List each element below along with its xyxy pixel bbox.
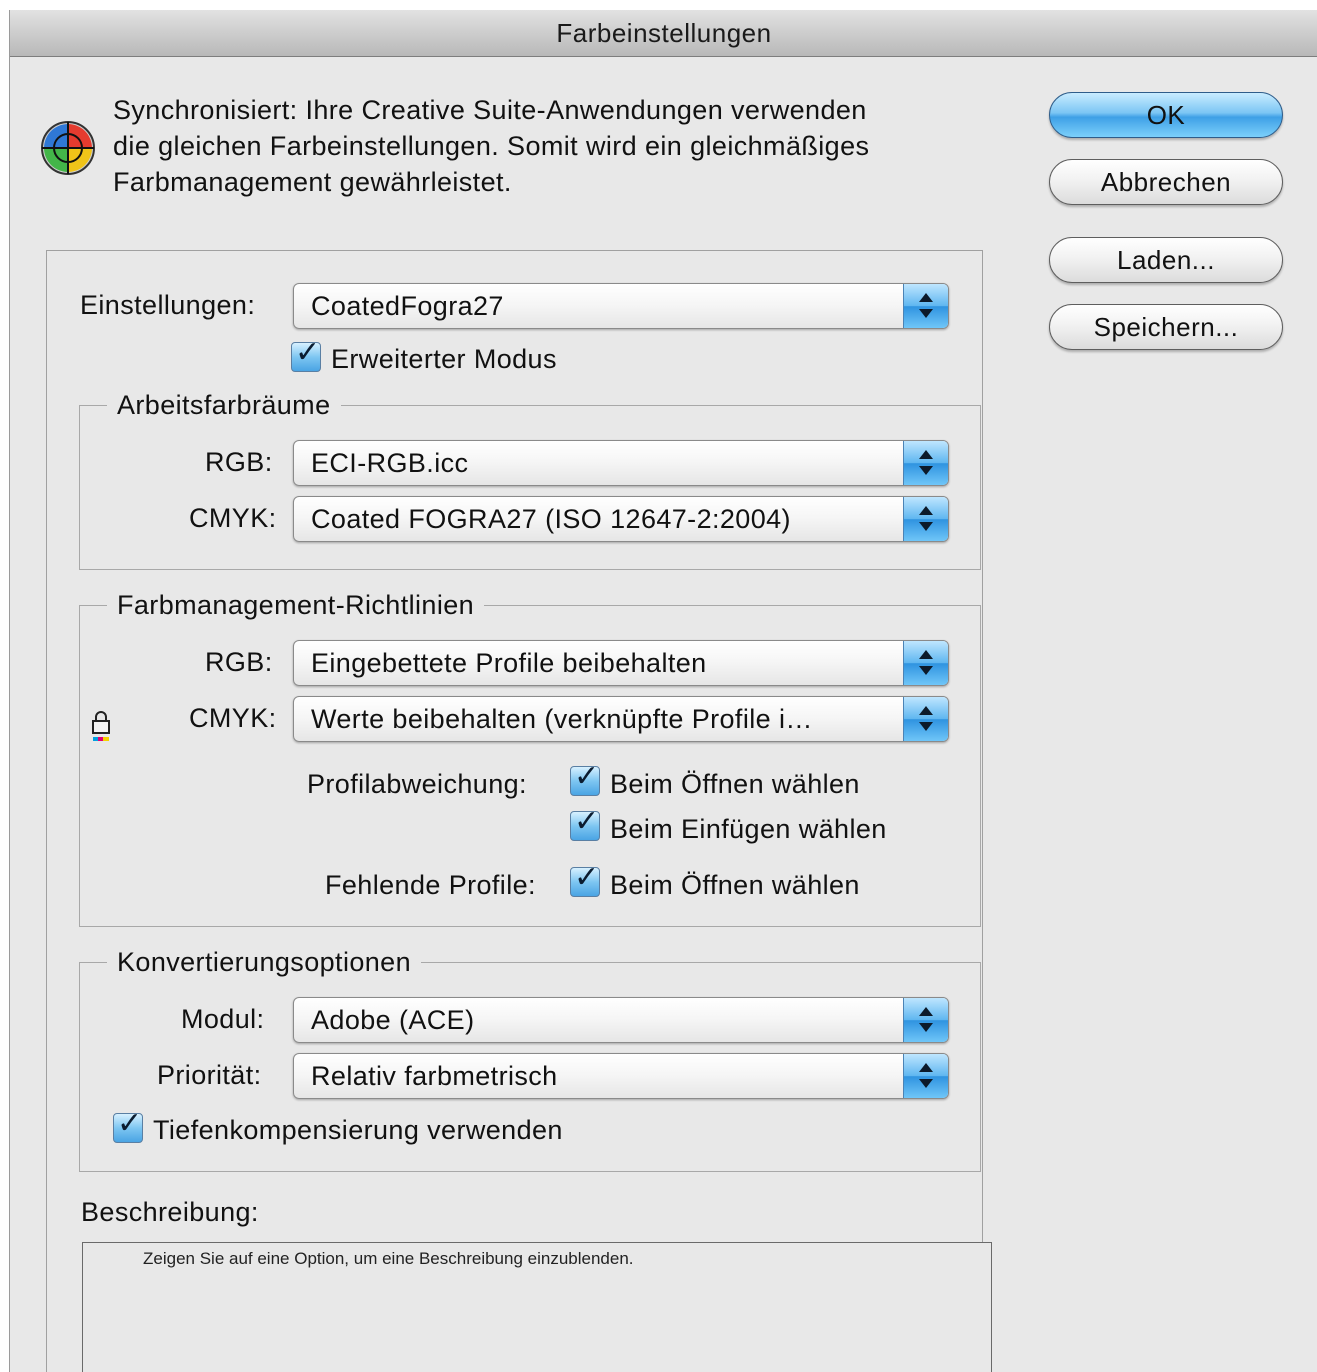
conversion-title: Konvertierungsoptionen xyxy=(107,947,422,978)
policy-cmyk-label: CMYK: xyxy=(189,703,277,733)
intent-popup[interactable]: Relativ farbmetrisch xyxy=(293,1053,949,1099)
popup-arrows-icon xyxy=(903,998,948,1042)
black-point-compensation-label: Tiefenkompensierung verwenden xyxy=(153,1115,563,1145)
policy-cmyk-value: Werte beibehalten (verknüpfte Profile i… xyxy=(311,704,813,734)
popup-arrows-icon xyxy=(903,497,948,541)
ask-when-pasting-checkbox[interactable] xyxy=(570,804,600,841)
missing-profiles-label: Fehlende Profile: xyxy=(325,870,536,900)
advanced-mode-label: Erweiterter Modus xyxy=(331,344,557,374)
color-settings-dialog: Farbeinstellungen Synchronisiert: Ihre C… xyxy=(9,10,1317,1372)
description-label: Beschreibung: xyxy=(81,1197,259,1227)
working-spaces-title: Arbeitsfarbräume xyxy=(107,390,341,421)
ask-when-opening-checkbox[interactable] xyxy=(570,759,600,796)
policy-rgb-value: Eingebettete Profile beibehalten xyxy=(311,648,707,678)
profile-mismatch-label: Profilabweichung: xyxy=(307,769,527,799)
ws-cmyk-popup[interactable]: Coated FOGRA27 (ISO 12647-2:2004) xyxy=(293,496,949,542)
ws-rgb-value: ECI-RGB.icc xyxy=(311,448,469,478)
color-sync-icon xyxy=(41,121,95,175)
missing-ask-when-opening-label: Beim Öffnen wählen xyxy=(610,870,860,900)
popup-arrows-icon xyxy=(903,1054,948,1098)
policies-title: Farbmanagement-Richtlinien xyxy=(107,590,485,621)
sync-status-message: Synchronisiert: Ihre Creative Suite-Anwe… xyxy=(113,95,870,197)
ok-button[interactable]: OK xyxy=(1049,92,1283,138)
ws-cmyk-label: CMYK: xyxy=(189,503,277,533)
working-spaces-group xyxy=(79,405,981,570)
cancel-button[interactable]: Abbrechen xyxy=(1049,159,1283,205)
missing-ask-when-opening-checkbox[interactable] xyxy=(570,860,600,897)
ws-cmyk-value: Coated FOGRA27 (ISO 12647-2:2004) xyxy=(311,504,791,534)
description-text: Zeigen Sie auf eine Option, um eine Besc… xyxy=(143,1249,634,1268)
settings-popup[interactable]: CoatedFogra27 xyxy=(293,283,949,329)
ws-rgb-popup[interactable]: ECI-RGB.icc xyxy=(293,440,949,486)
advanced-mode-checkbox[interactable] xyxy=(291,335,321,372)
policy-cmyk-popup[interactable]: Werte beibehalten (verknüpfte Profile i… xyxy=(293,696,949,742)
ask-when-opening-label: Beim Öffnen wählen xyxy=(610,769,860,799)
engine-popup[interactable]: Adobe (ACE) xyxy=(293,997,949,1043)
popup-arrows-icon xyxy=(903,641,948,685)
load-button[interactable]: Laden... xyxy=(1049,237,1283,283)
window-title: Farbeinstellungen xyxy=(10,10,1317,57)
intent-label: Priorität: xyxy=(157,1060,262,1090)
ask-when-pasting-label: Beim Einfügen wählen xyxy=(610,814,887,844)
save-button[interactable]: Speichern... xyxy=(1049,304,1283,350)
engine-value: Adobe (ACE) xyxy=(311,1005,475,1035)
policy-rgb-popup[interactable]: Eingebettete Profile beibehalten xyxy=(293,640,949,686)
lock-icon xyxy=(92,711,110,741)
description-box: Zeigen Sie auf eine Option, um eine Besc… xyxy=(82,1242,992,1372)
popup-arrows-icon xyxy=(903,441,948,485)
engine-label: Modul: xyxy=(181,1004,265,1034)
intent-value: Relativ farbmetrisch xyxy=(311,1061,558,1091)
settings-value: CoatedFogra27 xyxy=(311,291,504,321)
black-point-compensation-checkbox[interactable] xyxy=(113,1106,143,1143)
settings-label: Einstellungen: xyxy=(80,290,256,320)
ws-rgb-label: RGB: xyxy=(205,447,273,477)
popup-arrows-icon xyxy=(903,284,948,328)
policy-rgb-label: RGB: xyxy=(205,647,273,677)
popup-arrows-icon xyxy=(903,697,948,741)
